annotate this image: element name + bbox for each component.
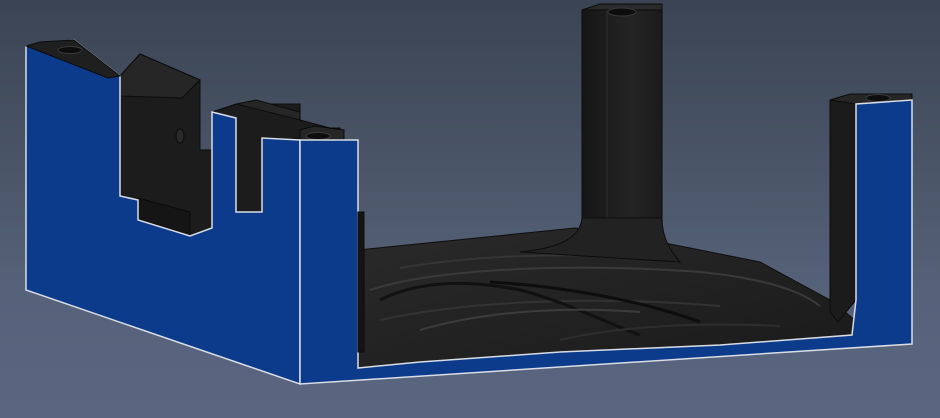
center-post xyxy=(519,3,682,263)
cad-viewport[interactable] xyxy=(0,0,940,418)
section-view-render[interactable] xyxy=(0,0,940,418)
